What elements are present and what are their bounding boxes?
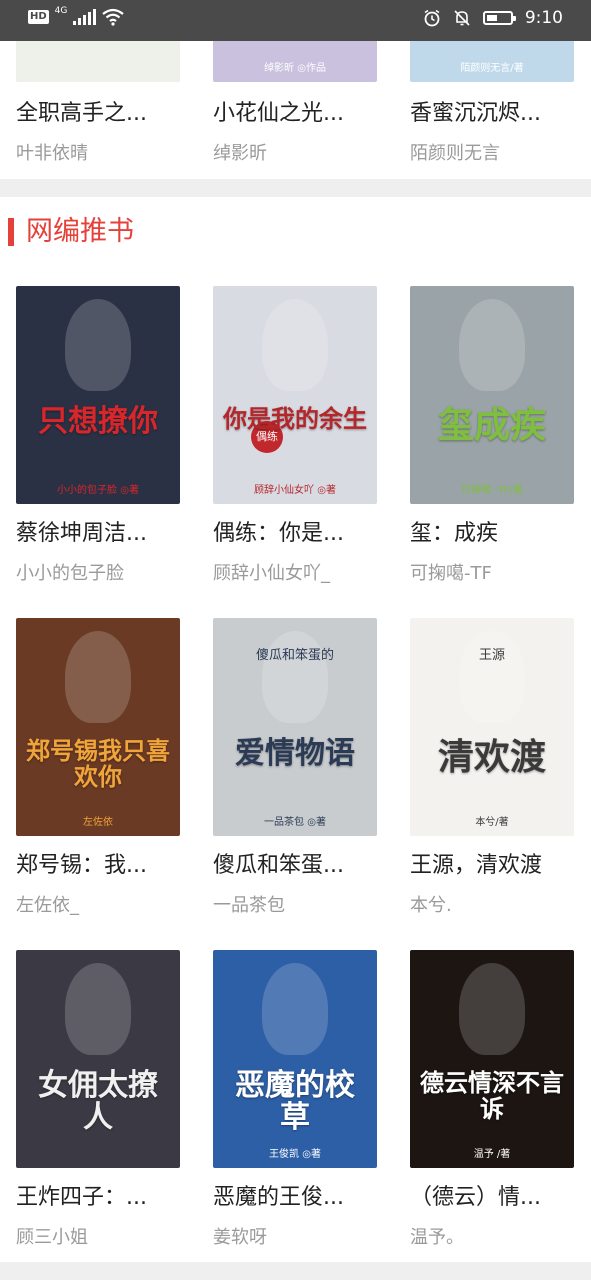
book-title: 小花仙之光... [213, 101, 344, 126]
cover-author-text: 绰影昕 ◎作品 [264, 63, 326, 74]
book-cover[interactable]: 郑号锡我只喜欢你左佐依 [16, 618, 180, 836]
status-right: 9:10 [423, 8, 563, 28]
section-accent-bar [8, 218, 14, 246]
section-title: 网编推书 [26, 216, 134, 247]
cover-illustration [65, 631, 131, 723]
book-author: 温予。 [410, 1227, 464, 1248]
alarm-icon [424, 9, 440, 27]
section-divider-bottom [0, 1262, 591, 1280]
book-item[interactable]: 郑号锡我只喜欢你左佐依郑号锡：我... 左佐依_ [16, 618, 180, 928]
section-divider [0, 179, 591, 197]
book-author: 顾三小姐 [16, 1227, 88, 1248]
book-cover[interactable]: 傻瓜和笨蛋的爱情物语一品茶包 ◎著 [213, 618, 377, 836]
book-item[interactable]: 德云情深不言诉温予 /著 （德云）情... 温予。 [410, 950, 574, 1260]
status-bar: HD 4G 9:10 [0, 0, 591, 41]
book-author: 本兮. [410, 895, 452, 916]
book-author: 绰影昕 [213, 143, 267, 164]
cover-top-text: 王源 [478, 648, 505, 663]
wifi-icon [102, 8, 125, 26]
book-item[interactable]: 只想撩你小小的包子脸 ◎著蔡徐坤周洁... 小小的包子脸 [16, 286, 180, 596]
book-title: 蔡徐坤周洁... [16, 521, 147, 546]
status-time: 9:10 [524, 8, 563, 28]
book-author: 小小的包子脸 [16, 563, 124, 584]
book-cover[interactable]: 恶魔的校草王俊凯 ◎著 [213, 950, 377, 1168]
book-title: （德云）情... [410, 1185, 541, 1210]
book-title: 香蜜沉沉烬... [410, 101, 541, 126]
book-item[interactable]: 玺成疾可掬噶 -TF/著玺：成疾可掬噶-TF [410, 286, 574, 596]
signal-icon [73, 9, 97, 25]
cover-author-text: 可掬噶 -TF/著 [460, 485, 524, 496]
cover-author-text: 小小的包子脸 ◎著 [57, 485, 139, 496]
cover-author-text: 温予 /著 [473, 1149, 511, 1160]
cover-title-text: 德云情深不言诉 [420, 1068, 564, 1123]
hd-icon: HD [28, 10, 49, 24]
section-header: 网编推书 [0, 212, 591, 258]
book-item[interactable]: 恶魔的校草王俊凯 ◎著恶魔的王俊... 姜软呀 [213, 950, 377, 1260]
cover-title-text: 玺成疾 [437, 404, 546, 446]
cover-illustration [65, 299, 131, 391]
book-item[interactable]: 女佣太撩人王炸四子：... 顾三小姐 [16, 950, 180, 1260]
book-cover[interactable]: 只想撩你小小的包子脸 ◎著 [16, 286, 180, 504]
book-title: 王源，清欢渡 [410, 853, 543, 878]
book-item[interactable]: 王源清欢渡本兮/著王源，清欢渡本兮. [410, 618, 574, 928]
mute-bell-icon [454, 10, 470, 26]
book-cover[interactable]: 王源清欢渡本兮/著 [410, 618, 574, 836]
book-cover[interactable]: 德云情深不言诉温予 /著 [410, 950, 574, 1168]
book-author: 姜软呀 [213, 1227, 267, 1248]
book-title: 全职高手之... [16, 101, 147, 126]
status-left: HD 4G [28, 6, 125, 26]
cover-illustration [262, 299, 328, 391]
book-cover[interactable]: 玺成疾可掬噶 -TF/著 [410, 286, 574, 504]
cover-illustration [459, 963, 525, 1055]
book-author: 一品茶包 [213, 895, 285, 916]
book-title: 王炸四子：... [16, 1185, 147, 1210]
cover-author-text: 顾辞小仙女吖 ◎著 [254, 485, 336, 496]
cover-title-text: 爱情物语 [235, 736, 355, 771]
book-author: 陌颜则无言 [410, 143, 500, 164]
cover-title-text: 你是我的余生 [223, 404, 367, 433]
cover-author-text: 本兮/著 [475, 817, 509, 828]
cover-title-text: 恶魔的校草 [235, 1068, 355, 1135]
book-title: 傻瓜和笨蛋... [213, 853, 344, 878]
book-author: 叶非依晴 [16, 143, 88, 164]
cover-illustration [459, 299, 525, 391]
cover-title-text: 清欢渡 [437, 736, 546, 778]
book-title: 偶练：你是... [213, 521, 344, 546]
cover-author-text: 陌颜则无言/著 [460, 63, 524, 74]
battery-icon [482, 11, 516, 25]
book-cover[interactable]: 偶练 你是我的余生 顾辞小仙女吖 ◎著 [213, 286, 377, 504]
book-title: 玺：成疾 [410, 521, 499, 546]
cover-top-text: 傻瓜和笨蛋的 [255, 648, 334, 663]
cover-title-text: 只想撩你 [38, 404, 158, 439]
book-author: 顾辞小仙女吖_ [213, 563, 330, 584]
book-item[interactable]: 偶练 你是我的余生 顾辞小仙女吖 ◎著 偶练：你是... 顾辞小仙女吖_ [213, 286, 377, 596]
book-title: 郑号锡：我... [16, 853, 147, 878]
cover-illustration [262, 963, 328, 1055]
cover-author-text: 左佐依 [83, 817, 113, 828]
cover-author-text: 王俊凯 ◎著 [269, 1149, 321, 1160]
cover-title-text: 女佣太撩人 [38, 1068, 158, 1135]
cover-title-text: 郑号锡我只喜欢你 [26, 736, 170, 791]
book-author: 可掬噶-TF [410, 563, 492, 584]
book-cover[interactable]: 女佣太撩人 [16, 950, 180, 1168]
book-item[interactable]: 傻瓜和笨蛋的爱情物语一品茶包 ◎著傻瓜和笨蛋... 一品茶包 [213, 618, 377, 928]
network-type: 4G [54, 6, 68, 16]
cover-illustration [65, 963, 131, 1055]
book-author: 左佐依_ [16, 895, 79, 916]
book-title: 恶魔的王俊... [213, 1185, 344, 1210]
cover-author-text: 一品茶包 ◎著 [264, 817, 326, 828]
